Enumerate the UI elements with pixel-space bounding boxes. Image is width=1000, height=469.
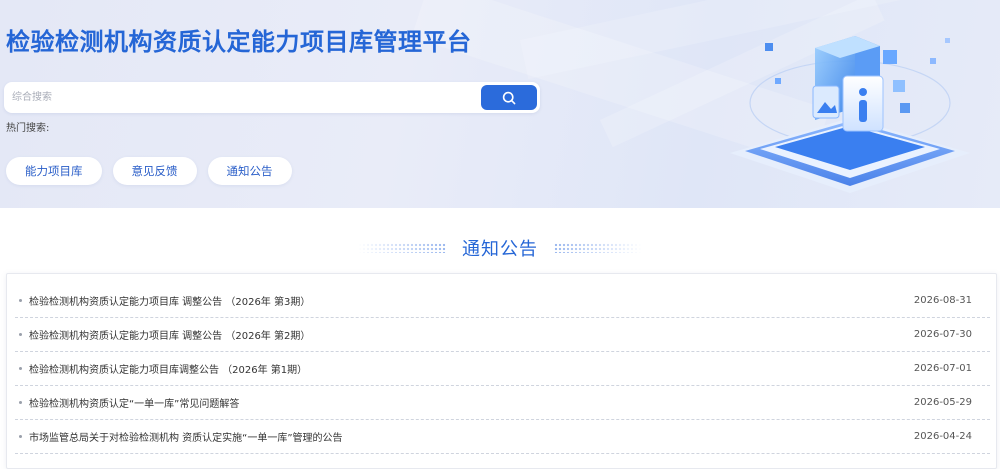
bullet-icon: [19, 333, 22, 336]
notice-item[interactable]: 检验检测机构资质认定能力项目库 调整公告 （2026年 第2期） 2026-07…: [15, 318, 990, 352]
notice-date: 2026-08-31: [913, 295, 972, 306]
notice-item[interactable]: 检验检测机构资质认定能力项目库调整公告 （2026年 第1期） 2026-07-…: [15, 352, 990, 386]
page-title: 检验检测机构资质认定能力项目库管理平台: [6, 28, 472, 56]
hero-banner: 检验检测机构资质认定能力项目库管理平台 热门搜索: 能力项目库 意见反馈 通知公…: [0, 0, 1000, 208]
platform-illustration-icon: [730, 36, 970, 193]
pill-capability-library[interactable]: 能力项目库: [6, 157, 102, 185]
notice-date: 2026-07-01: [913, 363, 972, 374]
pill-feedback[interactable]: 意见反馈: [112, 157, 197, 185]
bullet-icon: [19, 299, 22, 302]
notice-title[interactable]: 市场监管总局关于对检验检测机构 资质认定实施“一单一库”管理的公告: [29, 429, 343, 444]
decorative-dots-left: [358, 243, 446, 253]
pill-notices[interactable]: 通知公告: [207, 157, 292, 185]
hot-search-label: 热门搜索:: [6, 123, 50, 134]
search-button[interactable]: [481, 85, 537, 110]
bullet-icon: [19, 401, 22, 404]
notice-item[interactable]: 检验检测机构资质认定能力项目库 调整公告 （2026年 第3期） 2026-08…: [15, 284, 990, 318]
notice-date: 2026-04-24: [913, 431, 972, 442]
bullet-icon: [19, 367, 22, 370]
search-input[interactable]: [12, 88, 472, 107]
search-bar: [4, 82, 540, 113]
notice-title[interactable]: 检验检测机构资质认定能力项目库 调整公告 （2026年 第3期）: [29, 293, 310, 308]
notice-list: 检验检测机构资质认定能力项目库 调整公告 （2026年 第3期） 2026-08…: [7, 284, 996, 454]
notice-title[interactable]: 检验检测机构资质认定能力项目库 调整公告 （2026年 第2期）: [29, 327, 310, 342]
section-title: 通知公告: [462, 239, 538, 260]
decorative-dots-right: [554, 243, 642, 253]
hot-search: 热门搜索:: [6, 119, 49, 134]
notice-date: 2026-05-29: [913, 397, 972, 408]
notice-item[interactable]: 市场监管总局关于对检验检测机构 资质认定实施“一单一库”管理的公告 2026-0…: [15, 420, 990, 454]
search-icon: [502, 91, 516, 104]
notice-date: 2026-07-30: [913, 329, 972, 340]
bullet-icon: [19, 435, 22, 438]
section-header: 通知公告: [0, 233, 1000, 263]
notice-title[interactable]: 检验检测机构资质认定“一单一库”常见问题解答: [29, 395, 239, 410]
notice-title[interactable]: 检验检测机构资质认定能力项目库调整公告 （2026年 第1期）: [29, 361, 307, 376]
notice-list-panel: 检验检测机构资质认定能力项目库 调整公告 （2026年 第3期） 2026-08…: [6, 273, 997, 469]
notice-item[interactable]: 检验检测机构资质认定“一单一库”常见问题解答 2026-05-29: [15, 386, 990, 420]
quick-links: 能力项目库 意见反馈 通知公告: [6, 157, 292, 185]
